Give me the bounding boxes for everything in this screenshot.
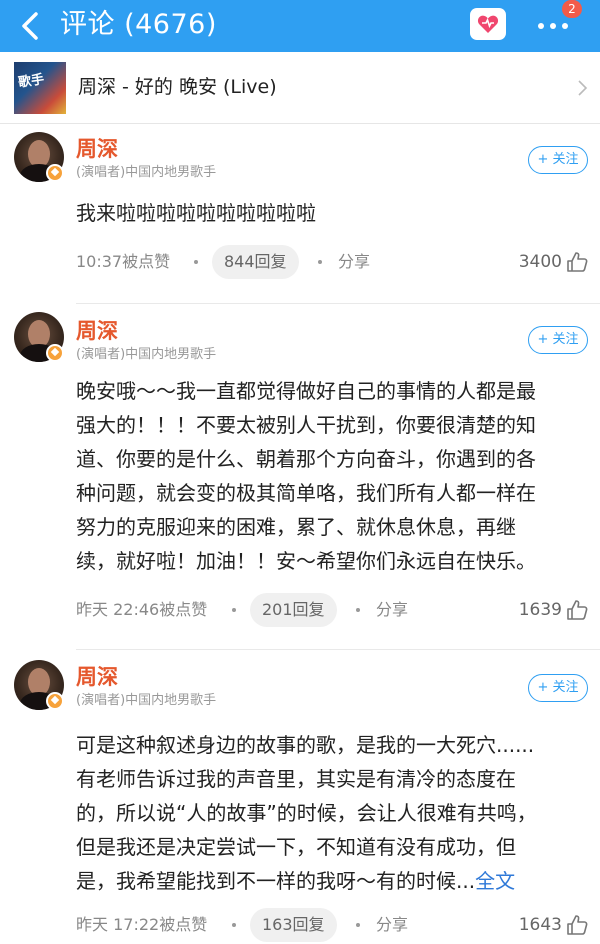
song-title: 周深 - 好的 晚安 (Live) [78,76,277,98]
comment-line: 但是我还是决定尝试一下，不知道有没有成功，但 [76,835,516,859]
notification-badge: 2 [562,0,582,18]
comment-line: 种问题，就会变的极其简单咯，我们所有人都一样在 [76,481,536,505]
heart-icon [477,15,499,33]
dot [562,23,568,29]
top-bar: 评论 (4676) 2 [0,0,600,52]
page-title: 评论 (4676) [60,9,217,40]
comment-item: 周深 (演唱者)中国内地男歌手 + 关注 我来啦啦啦啦啦啦啦啦啦啦 10:37被… [0,124,600,304]
comment-time: 10:37被点赞 [76,252,171,271]
thumbs-up-icon[interactable] [566,251,588,273]
comment-meta: 昨天 22:46被点赞 201回复 分享 1639 [76,593,588,627]
reply-button[interactable]: 163回复 [250,908,337,942]
album-cover-text: 歌手 [17,72,46,91]
share-button[interactable]: 分享 [376,908,408,942]
dot [538,23,544,29]
reply-button[interactable]: 844回复 [212,245,299,279]
follow-button[interactable]: + 关注 [528,146,588,174]
song-link-row[interactable]: 歌手 周深 - 好的 晚安 (Live) [0,52,600,124]
user-tag: (演唱者)中国内地男歌手 [76,693,217,708]
comment-line: 努力的克服迎来的困难，累了、就休息休息，再继 [76,515,516,539]
album-cover: 歌手 [14,62,66,114]
follow-button[interactable]: + 关注 [528,674,588,702]
verified-badge-icon [46,344,64,362]
thumbs-up-icon[interactable] [566,914,588,936]
comment-meta: 昨天 17:22被点赞 163回复 分享 1643 [76,908,588,942]
follow-button[interactable]: + 关注 [528,326,588,354]
user-name[interactable]: 周深 [76,136,118,162]
comment-line: 晚安哦～～我一直都觉得做好自己的事情的人都是最 [76,379,536,403]
chevron-right-icon [578,80,588,96]
comment-item: 周深 (演唱者)中国内地男歌手 + 关注 可是这种叙述身边的故事的歌，是我的一大… [0,650,600,944]
comment-line: 强大的！！！不要太被别人干扰到，你要很清楚的知 [76,413,536,437]
like-count: 3400 [518,252,562,272]
user-name[interactable]: 周深 [76,664,118,690]
comment-line: 的，所以说“人的故事”的时候，会让人很难有共鸣， [76,801,537,825]
user-tag: (演唱者)中国内地男歌手 [76,347,217,362]
comment-time: 昨天 22:46被点赞 [76,600,208,619]
read-more-link[interactable]: 全文 [475,869,515,893]
user-tag: (演唱者)中国内地男歌手 [76,165,217,180]
verified-badge-icon [46,692,64,710]
like-count: 1639 [518,600,562,620]
chevron-left-icon[interactable] [16,10,44,42]
comment-line: 道、你要的是什么、朝着那个方向奋斗，你遇到的各 [76,447,536,471]
comment-text: 我来啦啦啦啦啦啦啦啦啦啦 [76,201,316,225]
comment-time: 昨天 17:22被点赞 [76,915,208,934]
comment-line: 是，我希望能找到不一样的我呀～有的时候...全文 [76,864,586,898]
comment-line: 续，就好啦！加油！！安～希望你们永远自在快乐。 [76,549,536,573]
like-count: 1643 [518,915,562,935]
reply-button[interactable]: 201回复 [250,593,337,627]
comment-item: 周深 (演唱者)中国内地男歌手 + 关注 晚安哦～～我一直都觉得做好自己的事情的… [0,304,600,650]
share-button[interactable]: 分享 [338,245,370,279]
favorite-button[interactable] [470,8,506,40]
comment-line: 可是这种叙述身边的故事的歌，是我的一大死穴...... [76,733,535,757]
comment-line: 有老师告诉过我的声音里，其实是有清冷的态度在 [76,767,516,791]
user-name[interactable]: 周深 [76,318,118,344]
share-button[interactable]: 分享 [376,593,408,627]
comment-line-end: 是，我希望能找到不一样的我呀～有的时候... [76,869,476,893]
dot [550,23,556,29]
comment-text: 可是这种叙述身边的故事的歌，是我的一大死穴...... 有老师告诉过我的声音里，… [76,728,586,898]
verified-badge-icon [46,164,64,182]
thumbs-up-icon[interactable] [566,599,588,621]
comment-meta: 10:37被点赞 844回复 分享 3400 [76,245,588,279]
comment-text: 晚安哦～～我一直都觉得做好自己的事情的人都是最 强大的！！！不要太被别人干扰到，… [76,374,586,578]
